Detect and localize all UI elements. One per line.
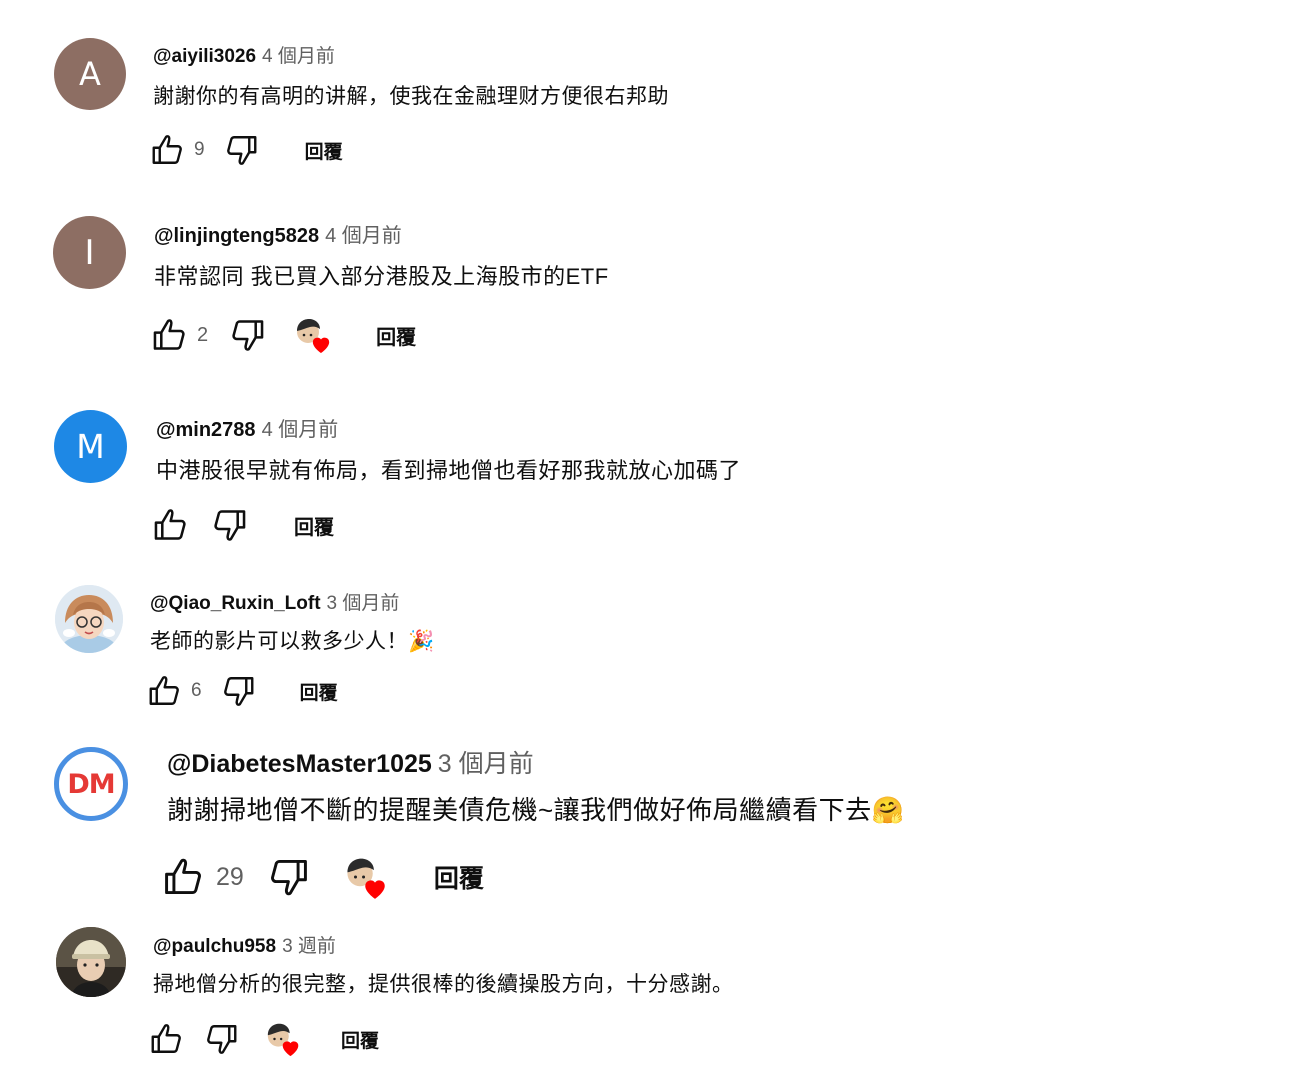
author-name[interactable]: @paulchu958 bbox=[153, 936, 276, 957]
like-button[interactable] bbox=[147, 673, 183, 709]
avatar[interactable]: M bbox=[54, 410, 127, 483]
heart-icon bbox=[365, 880, 385, 899]
heart-icon bbox=[312, 337, 330, 354]
comment-time[interactable]: 4 個月前 bbox=[262, 419, 339, 441]
thumb-up-icon bbox=[162, 855, 206, 899]
thumb-down-icon bbox=[228, 316, 266, 354]
thumb-up-icon bbox=[151, 316, 189, 354]
thumb-down-icon bbox=[203, 1021, 239, 1057]
thumb-down-icon bbox=[266, 855, 310, 899]
author-name[interactable]: @Qiao_Ruxin_Loft bbox=[150, 593, 321, 614]
avatar[interactable]: A bbox=[54, 38, 126, 110]
comment-time[interactable]: 3 週前 bbox=[282, 936, 336, 957]
like-button[interactable] bbox=[150, 132, 186, 168]
author-name[interactable]: @aiyili3026 bbox=[153, 46, 256, 67]
dislike-button[interactable] bbox=[220, 673, 256, 709]
comment-text: 中港股很早就有佈局，看到掃地僧也看好那我就放心加碼了 bbox=[156, 458, 742, 483]
comment-text: 謝謝你的有高明的讲解，使我在金融理财方便很右邦助 bbox=[153, 85, 669, 108]
like-button[interactable] bbox=[162, 855, 206, 899]
creator-heart-badge[interactable] bbox=[265, 1020, 303, 1058]
reply-button[interactable]: 回覆 bbox=[434, 859, 484, 895]
cartoon-avatar-icon bbox=[55, 585, 123, 653]
avatar[interactable] bbox=[56, 927, 126, 997]
comment-text: 掃地僧分析的很完整，提供很棒的後續操股方向，十分感謝。 bbox=[153, 973, 734, 996]
dislike-button[interactable] bbox=[223, 132, 259, 168]
dislike-button[interactable] bbox=[228, 316, 266, 354]
user-photo-icon bbox=[56, 927, 126, 997]
thumb-up-icon bbox=[152, 506, 190, 544]
like-count: 29 bbox=[216, 862, 244, 891]
comment-time[interactable]: 4 個月前 bbox=[325, 225, 402, 247]
thumb-down-icon bbox=[223, 132, 259, 168]
like-button[interactable] bbox=[152, 506, 190, 544]
thumb-down-icon bbox=[220, 673, 256, 709]
reply-button[interactable]: 回覆 bbox=[294, 511, 334, 540]
thumb-down-icon bbox=[210, 506, 248, 544]
comment-time[interactable]: 4 個月前 bbox=[262, 46, 335, 67]
avatar[interactable] bbox=[55, 585, 123, 653]
creator-heart-badge[interactable] bbox=[344, 854, 390, 900]
creator-heart-badge[interactable] bbox=[294, 315, 334, 355]
reply-button[interactable]: 回覆 bbox=[341, 1026, 379, 1053]
avatar[interactable]: I bbox=[53, 216, 126, 289]
like-button[interactable] bbox=[149, 1021, 185, 1057]
author-name[interactable]: @linjingteng5828 bbox=[154, 225, 319, 247]
like-count: 2 bbox=[197, 323, 209, 346]
heart-icon bbox=[282, 1041, 299, 1057]
thumb-up-icon bbox=[147, 673, 183, 709]
thumb-up-icon bbox=[150, 132, 186, 168]
dislike-button[interactable] bbox=[210, 506, 248, 544]
dislike-button[interactable] bbox=[203, 1021, 239, 1057]
like-count: 6 bbox=[191, 680, 202, 701]
comment-text: 非常認同 我已買入部分港股及上海股市的ETF bbox=[154, 264, 609, 289]
author-name[interactable]: @DiabetesMaster1025 bbox=[167, 750, 432, 778]
comment-text: 謝謝掃地僧不斷的提醒美債危機~讓我們做好佈局繼續看下去🤗 bbox=[167, 795, 905, 825]
dislike-button[interactable] bbox=[266, 855, 310, 899]
reply-button[interactable]: 回覆 bbox=[376, 321, 416, 350]
reply-button[interactable]: 回覆 bbox=[300, 678, 338, 705]
comment-text: 老師的影片可以救多少人！🎉 bbox=[150, 630, 435, 653]
comment-time[interactable]: 3 個月前 bbox=[327, 593, 400, 614]
avatar[interactable]: DM bbox=[54, 747, 128, 821]
author-name[interactable]: @min2788 bbox=[156, 419, 256, 441]
thumb-up-icon bbox=[149, 1021, 185, 1057]
like-button[interactable] bbox=[151, 316, 189, 354]
comment-time[interactable]: 3 個月前 bbox=[438, 750, 534, 778]
reply-button[interactable]: 回覆 bbox=[305, 137, 343, 164]
like-count: 9 bbox=[194, 139, 205, 160]
